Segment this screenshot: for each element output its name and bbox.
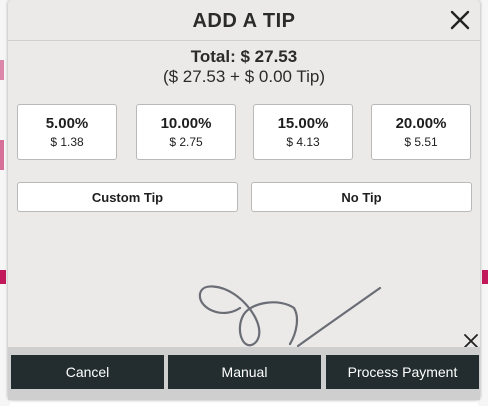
custom-tip-button[interactable]: Custom Tip: [17, 182, 238, 212]
background-accent-bar: [0, 140, 4, 170]
modal-title: ADD A TIP: [192, 10, 296, 32]
close-button[interactable]: [446, 6, 474, 34]
cancel-button[interactable]: Cancel: [11, 355, 164, 389]
tip-amount: $ 1.38: [50, 134, 84, 149]
add-tip-modal: ADD A TIP Total: $ 27.53 ($ 27.53 + $ 0.…: [8, 0, 480, 400]
modal-footer: Cancel Manual Process Payment: [8, 347, 480, 400]
total-breakdown: ($ 27.53 + $ 0.00 Tip): [162, 67, 326, 86]
signature-stroke: [198, 285, 382, 348]
background-accent-bar: [0, 60, 4, 80]
tip-percent: 5.00%: [45, 114, 89, 132]
modal-header: ADD A TIP: [8, 0, 480, 41]
tip-option-10-percent[interactable]: 10.00% $ 2.75: [136, 104, 236, 160]
background-accent-bar: [482, 270, 488, 284]
tip-option-20-percent[interactable]: 20.00% $ 5.51: [371, 104, 471, 160]
close-icon: [450, 10, 470, 30]
signature-pad[interactable]: [8, 222, 480, 348]
tip-percent: 20.00%: [395, 114, 447, 132]
close-icon: [464, 334, 478, 348]
process-payment-button[interactable]: Process Payment: [326, 355, 479, 389]
tip-percent: 15.00%: [277, 114, 329, 132]
background-accent-bar: [0, 270, 6, 284]
tip-percent: 10.00%: [160, 114, 212, 132]
no-tip-button[interactable]: No Tip: [251, 182, 472, 212]
tip-amount: $ 5.51: [404, 134, 438, 149]
total-amount: Total: $ 27.53: [190, 47, 298, 66]
tip-amount: $ 2.75: [169, 134, 203, 149]
tip-amount: $ 4.13: [286, 134, 320, 149]
tip-option-5-percent[interactable]: 5.00% $ 1.38: [17, 104, 117, 160]
manual-button[interactable]: Manual: [168, 355, 321, 389]
tip-option-15-percent[interactable]: 15.00% $ 4.13: [253, 104, 353, 160]
